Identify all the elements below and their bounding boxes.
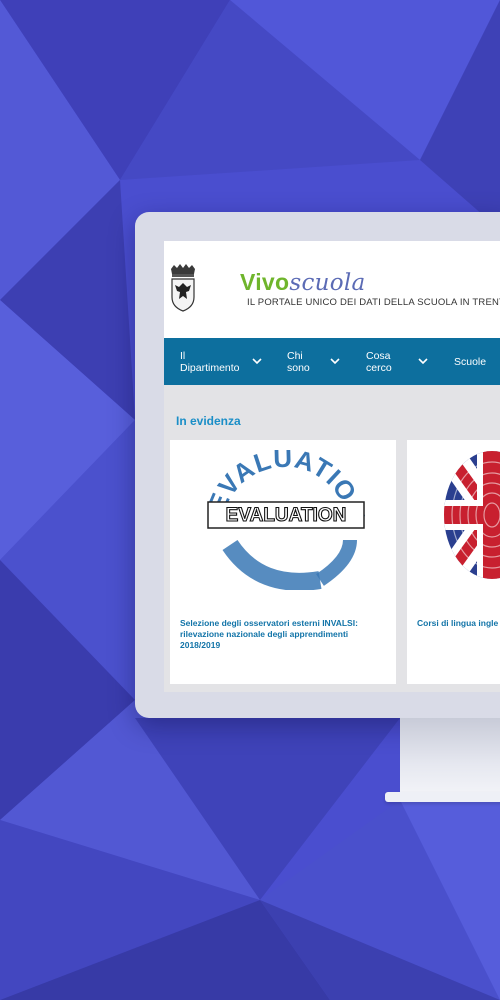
news-card-title[interactable]: Selezione degli osservatori esterni INVA… — [180, 618, 380, 651]
nav-item-label-line1: Cosa — [366, 349, 391, 362]
news-card[interactable]: EVALUATION EVALUATION Selezione degli os… — [170, 440, 396, 684]
evaluation-image: EVALUATION EVALUATION — [201, 450, 370, 590]
nav-item-dipartimento[interactable]: Il Dipartimento — [180, 338, 240, 385]
site-tagline: IL PORTALE UNICO DEI DATI DELLA SCUOLA I… — [247, 297, 500, 308]
monitor-screen: Vivoscuola IL PORTALE UNICO DEI DATI DEL… — [164, 241, 500, 692]
site-header: Vivoscuola IL PORTALE UNICO DEI DATI DEL… — [164, 241, 500, 338]
nav-item-label-line2: Dipartimento — [180, 361, 240, 374]
nav-item-chi-sono[interactable]: Chi sono — [287, 338, 310, 385]
nav-item-label-line2: cerco — [366, 361, 392, 374]
monitor-stand-base — [385, 792, 500, 802]
news-card-title[interactable]: Corsi di lingua ingle SECONDA EDIZIONI — [417, 618, 500, 629]
nav-item-scuole[interactable]: Scuole — [454, 338, 486, 385]
evaluation-text: EVALUATION — [226, 505, 347, 526]
news-card[interactable]: Corsi di lingua ingle SECONDA EDIZIONI — [407, 440, 500, 684]
nav-item-label-line1: Chi — [287, 349, 303, 362]
union-jack-fingerprint-image — [444, 451, 500, 579]
coat-of-arms-icon — [171, 264, 195, 312]
chevron-down-icon[interactable] — [252, 356, 262, 366]
nav-item-label-line2: sono — [287, 361, 310, 374]
main-nav: Il Dipartimento Chi sono Cosa cerco Scuo… — [164, 338, 500, 385]
brand-scuola: scuola — [289, 270, 366, 296]
nav-item-cosa-cerco[interactable]: Cosa cerco — [366, 338, 392, 385]
brand-logo[interactable]: Vivoscuola — [240, 269, 366, 296]
chevron-down-icon[interactable] — [330, 356, 340, 366]
nav-item-label-line1: Il — [180, 349, 186, 362]
nav-item-label-line1: Scuole — [454, 355, 487, 368]
section-title: In evidenza — [176, 414, 241, 428]
chevron-down-icon[interactable] — [418, 356, 428, 366]
brand-vivo: Vivo — [240, 269, 290, 295]
monitor-stand — [400, 718, 500, 796]
